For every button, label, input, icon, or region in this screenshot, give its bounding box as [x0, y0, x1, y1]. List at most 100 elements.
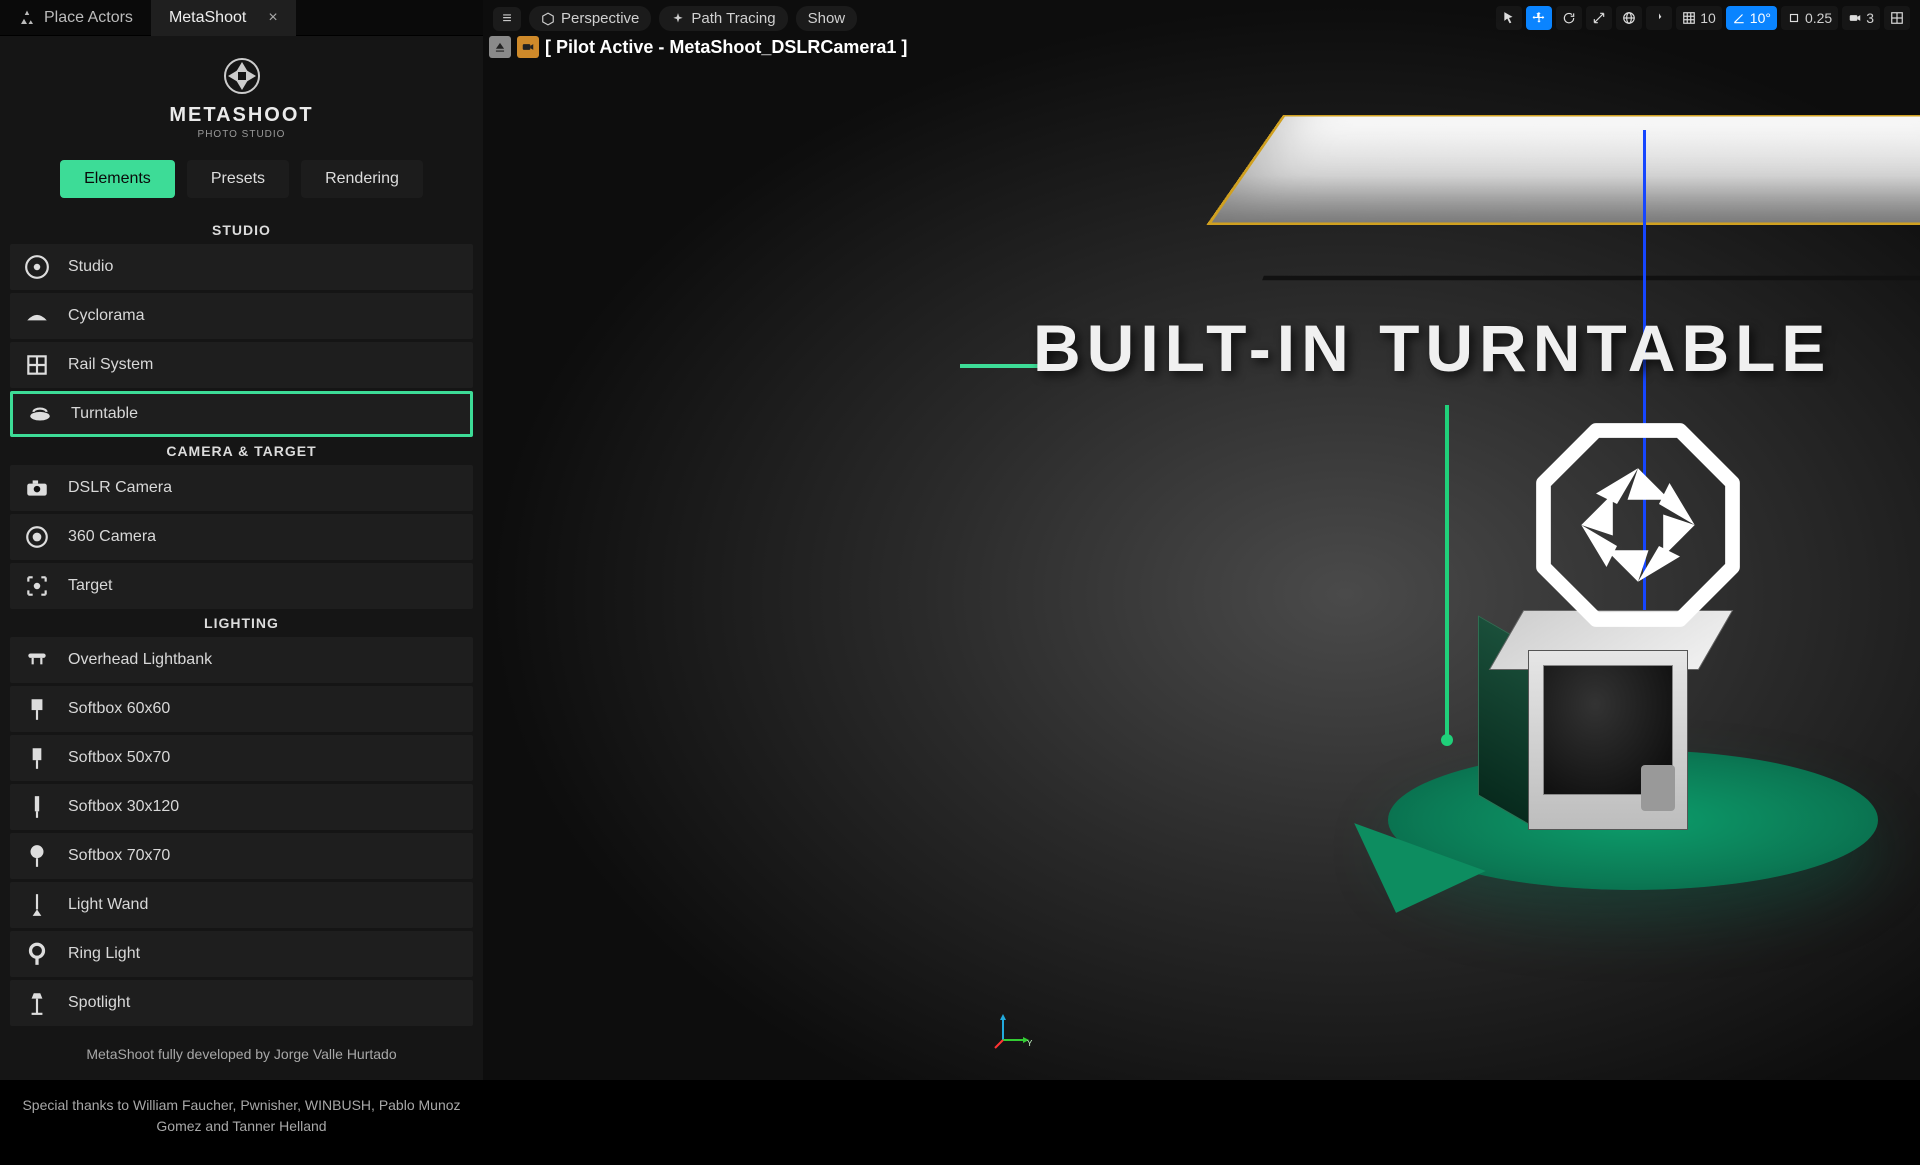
axis-gizmo: Y: [993, 1010, 1033, 1050]
scale-tool[interactable]: [1586, 6, 1612, 30]
viewport-toolbar-right: 10 10° 0.25 3: [1486, 0, 1920, 36]
rotate-icon: [1562, 11, 1576, 25]
pilot-bar: [ Pilot Active - MetaShoot_DSLRCamera1 ]: [489, 36, 907, 58]
item-label: Light Wand: [68, 896, 148, 914]
lightbank-icon: [22, 645, 52, 675]
credit-main: MetaShoot fully developed by Jorge Valle…: [20, 1044, 463, 1065]
coord-space-button[interactable]: [1616, 6, 1642, 30]
viewport-perspective-button[interactable]: Perspective: [529, 6, 651, 31]
section-lighting: LIGHTING: [0, 609, 483, 637]
mode-presets[interactable]: Presets: [187, 160, 289, 198]
camera-speed-icon: [1848, 11, 1862, 25]
cyclorama-icon: [22, 301, 52, 331]
translate-tool[interactable]: [1526, 6, 1552, 30]
tab-metashoot[interactable]: MetaShoot ×: [151, 0, 296, 36]
button-label: Perspective: [561, 10, 639, 27]
item-cyclorama[interactable]: Cyclorama: [10, 293, 473, 339]
viewport-toolbar-left: ≡ Perspective Path Tracing Show: [483, 0, 867, 37]
item-label: Ring Light: [68, 945, 140, 963]
viewport-menu-button[interactable]: ≡: [493, 7, 521, 31]
brand-block: METASHOOT PHOTO STUDIO: [0, 36, 483, 152]
item-rail-system[interactable]: Rail System: [10, 342, 473, 388]
pilot-status-text: [ Pilot Active - MetaShoot_DSLRCamera1 ]: [545, 37, 907, 58]
item-label: Cyclorama: [68, 307, 144, 325]
mode-rendering[interactable]: Rendering: [301, 160, 423, 198]
aperture-icon: [222, 56, 262, 96]
select-tool[interactable]: [1496, 6, 1522, 30]
item-target[interactable]: Target: [10, 563, 473, 609]
section-studio: STUDIO: [0, 216, 483, 244]
grid-icon: [1682, 11, 1696, 25]
scene-printer-object: [1528, 610, 1738, 840]
softbox-icon: [22, 841, 52, 871]
angle-icon: [1732, 11, 1746, 25]
item-label: Softbox 30x120: [68, 798, 179, 816]
grid-snap-button[interactable]: 10: [1676, 6, 1722, 30]
item-label: Softbox 50x70: [68, 749, 170, 767]
close-icon[interactable]: ×: [268, 9, 277, 27]
turntable-icon: [25, 399, 55, 429]
item-softbox-70x70[interactable]: Softbox 70x70: [10, 833, 473, 879]
viewport-layout-button[interactable]: [1884, 6, 1910, 30]
item-label: Softbox 60x60: [68, 700, 170, 718]
snap-surface-icon: [1652, 11, 1666, 25]
pilot-eject-button[interactable]: [489, 36, 511, 58]
softbox-icon: [22, 743, 52, 773]
item-label: Overhead Lightbank: [68, 651, 212, 669]
layout-icon: [1890, 11, 1904, 25]
camera-icon: [521, 40, 535, 54]
item-label: Turntable: [71, 405, 138, 423]
item-label: Studio: [68, 258, 113, 276]
mode-elements[interactable]: Elements: [60, 160, 175, 198]
item-ring-light[interactable]: Ring Light: [10, 931, 473, 977]
eject-icon: [493, 40, 507, 54]
surface-snap-button[interactable]: [1646, 6, 1672, 30]
cube-icon: [541, 12, 555, 26]
viewport-path-tracing-button[interactable]: Path Tracing: [659, 6, 787, 31]
tab-label: MetaShoot: [169, 9, 246, 27]
target-icon: [22, 571, 52, 601]
camera-360-icon: [22, 522, 52, 552]
mode-tabs: Elements Presets Rendering: [0, 152, 483, 216]
angle-snap-value: 10°: [1750, 10, 1771, 26]
sparkle-icon: [671, 12, 685, 26]
item-overhead-lightbank[interactable]: Overhead Lightbank: [10, 637, 473, 683]
sidebar-panel: Place Actors MetaShoot × METASHOOT PHOTO…: [0, 0, 483, 1080]
scale-snap-value: 0.25: [1805, 10, 1832, 26]
item-turntable[interactable]: Turntable: [10, 391, 473, 437]
softbox-icon: [22, 694, 52, 724]
item-dslr-camera[interactable]: DSLR Camera: [10, 465, 473, 511]
item-softbox-60x60[interactable]: Softbox 60x60: [10, 686, 473, 732]
angle-snap-button[interactable]: 10°: [1726, 6, 1777, 30]
overlay-title: BUILT-IN TURNTABLE: [1033, 310, 1831, 386]
scene-ceiling-softbox: [1283, 115, 1920, 335]
list-studio: Studio Cyclorama Rail System Turntable: [0, 244, 483, 437]
list-lighting: Overhead Lightbank Softbox 60x60 Softbox…: [0, 637, 483, 1026]
viewport-show-button[interactable]: Show: [796, 6, 858, 31]
spotlight-icon: [22, 988, 52, 1018]
viewport[interactable]: ≡ Perspective Path Tracing Show 10 10°: [483, 0, 1920, 1080]
scale-snap-button[interactable]: 0.25: [1781, 6, 1838, 30]
scene-aperture-overlay-icon: [1533, 420, 1743, 630]
panel-tabbar: Place Actors MetaShoot ×: [0, 0, 483, 36]
gizmo-y-label: Y: [1027, 1039, 1033, 1048]
camera-icon: [22, 473, 52, 503]
item-studio[interactable]: Studio: [10, 244, 473, 290]
move-icon: [1532, 11, 1546, 25]
tab-label: Place Actors: [44, 9, 133, 27]
tab-place-actors[interactable]: Place Actors: [0, 0, 151, 36]
hamburger-icon: ≡: [502, 10, 511, 28]
item-spotlight[interactable]: Spotlight: [10, 980, 473, 1026]
item-light-wand[interactable]: Light Wand: [10, 882, 473, 928]
rail-icon: [22, 350, 52, 380]
softbox-icon: [22, 792, 52, 822]
pilot-camera-button[interactable]: [517, 36, 539, 58]
item-360-camera[interactable]: 360 Camera: [10, 514, 473, 560]
item-softbox-50x70[interactable]: Softbox 50x70: [10, 735, 473, 781]
item-softbox-30x120[interactable]: Softbox 30x120: [10, 784, 473, 830]
brand-name: METASHOOT: [169, 104, 313, 127]
grid-snap-value: 10: [1700, 10, 1716, 26]
cursor-icon: [1502, 11, 1516, 25]
camera-speed-button[interactable]: 3: [1842, 6, 1880, 30]
rotate-tool[interactable]: [1556, 6, 1582, 30]
